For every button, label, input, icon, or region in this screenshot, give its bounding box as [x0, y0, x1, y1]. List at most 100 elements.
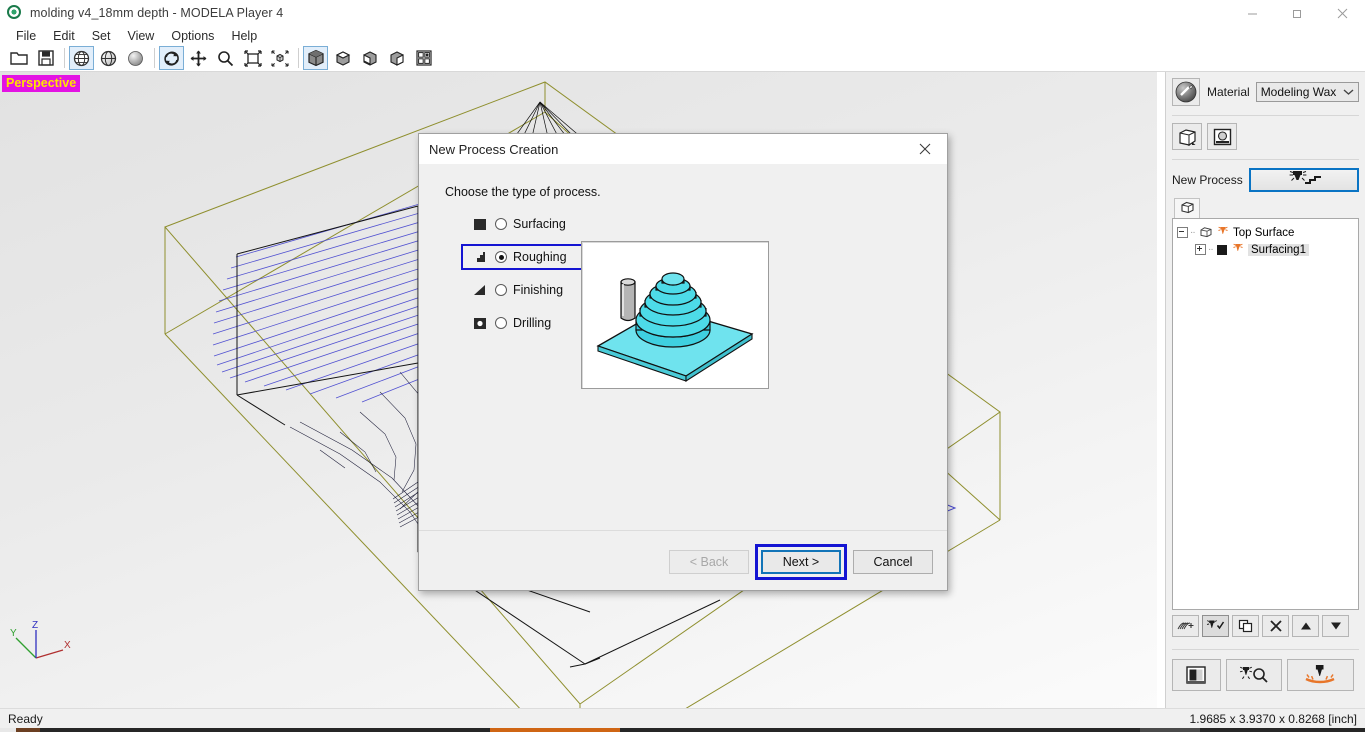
taskbar-segment — [0, 728, 16, 732]
next-button-focus-ring: Next > — [755, 544, 847, 580]
tree-item-label: Top Surface — [1233, 226, 1295, 239]
panel-divider — [1172, 159, 1359, 160]
multi-view-icon[interactable] — [411, 46, 436, 70]
cut-check-icon[interactable] — [1202, 615, 1229, 637]
os-taskbar — [0, 728, 1365, 732]
virtual-model-icon[interactable] — [1172, 659, 1221, 691]
material-select[interactable]: Modeling Wax — [1255, 82, 1359, 102]
dialog-title: New Process Creation — [429, 141, 559, 157]
tree-connector: ·· — [1190, 227, 1196, 238]
radio-drilling[interactable] — [495, 317, 507, 329]
perspective-label: Perspective — [2, 75, 81, 92]
finishing-icon — [473, 283, 487, 297]
axis-z-label: Z — [32, 620, 38, 631]
toolpath-check-icon[interactable] — [1225, 659, 1282, 691]
radio-surfacing[interactable] — [495, 218, 507, 230]
dialog-body: Choose the type of process. Surfacing Ro… — [419, 164, 947, 560]
menu-help[interactable]: Help — [223, 28, 265, 44]
cancel-button[interactable]: Cancel — [853, 550, 933, 574]
model-preview-icon[interactable] — [1207, 123, 1237, 150]
menu-bar: File Edit Set View Options Help — [0, 26, 1365, 45]
status-bar: Ready 1.9685 x 3.9370 x 0.8268 [inch] — [0, 708, 1365, 728]
material-selected-value: Modeling Wax — [1260, 85, 1337, 99]
side-view-icon[interactable] — [384, 46, 409, 70]
panel-tabstrip — [1166, 198, 1365, 218]
menu-edit[interactable]: Edit — [45, 28, 83, 44]
new-process-dialog: New Process Creation Choose the type of … — [418, 133, 948, 591]
application-window: molding v4_18mm depth - MODELA Player 4 … — [0, 0, 1365, 732]
delete-icon[interactable] — [1262, 615, 1289, 637]
main-toolbar — [0, 45, 1365, 72]
black-square-icon — [1217, 244, 1227, 255]
model-tab[interactable] — [1174, 198, 1200, 218]
wireframe-view-icon[interactable] — [69, 46, 94, 70]
rotate-view-icon[interactable] — [159, 46, 184, 70]
top-view-icon[interactable] — [330, 46, 355, 70]
zoom-window-icon[interactable] — [240, 46, 265, 70]
collapse-icon[interactable] — [1177, 227, 1188, 238]
material-label: Material — [1207, 85, 1250, 99]
surfacing-icon — [473, 217, 487, 231]
toolpath-create-icon — [1281, 170, 1327, 191]
zoom-view-icon[interactable] — [213, 46, 238, 70]
material-ball-icon[interactable] — [1172, 78, 1200, 106]
axis-y-label: Y — [10, 628, 17, 639]
toolbar-separator — [154, 48, 155, 68]
radio-finishing[interactable] — [495, 284, 507, 296]
radio-roughing[interactable] — [495, 251, 507, 263]
toolbar-separator — [298, 48, 299, 68]
model-shape-icon[interactable] — [1172, 123, 1202, 150]
modela-logo-icon — [7, 5, 23, 21]
front-view-icon[interactable] — [357, 46, 382, 70]
tree-toolbar — [1166, 610, 1365, 637]
back-button: < Back — [669, 550, 749, 574]
model-dimensions: 1.9685 x 3.9370 x 0.8268 [inch] — [1189, 711, 1357, 726]
open-file-icon[interactable] — [6, 46, 31, 70]
tree-row[interactable]: ·· Surfacing1 — [1177, 241, 1354, 258]
save-file-icon[interactable] — [33, 46, 58, 70]
toolpath-preview-icon[interactable] — [1172, 615, 1199, 637]
close-icon[interactable] — [902, 135, 947, 164]
menu-view[interactable]: View — [119, 28, 162, 44]
panel-divider — [1172, 649, 1359, 650]
cut-start-icon[interactable] — [1286, 659, 1354, 691]
option-label: Surfacing — [513, 217, 566, 231]
roughing-icon — [473, 250, 487, 264]
right-panel: Material Modeling Wax New Process ·· Top… — [1165, 72, 1365, 708]
minimize-icon[interactable] — [1230, 0, 1275, 26]
bottom-button-row — [1166, 655, 1365, 695]
tree-row[interactable]: ·· Top Surface — [1177, 224, 1354, 241]
material-row: Material Modeling Wax — [1166, 72, 1365, 110]
fit-to-screen-icon[interactable] — [267, 46, 292, 70]
model-cube-icon — [1199, 226, 1213, 238]
close-icon[interactable] — [1320, 0, 1365, 26]
menu-set[interactable]: Set — [84, 28, 119, 44]
taskbar-segment — [16, 728, 40, 732]
status-message: Ready — [8, 711, 43, 726]
perspective-view-icon[interactable] — [303, 46, 328, 70]
title-bar: molding v4_18mm depth - MODELA Player 4 — [0, 0, 1365, 26]
shaded-view-icon[interactable] — [123, 46, 148, 70]
cube-tab-icon — [1180, 200, 1195, 217]
option-label: Finishing — [513, 283, 564, 297]
menu-options[interactable]: Options — [163, 28, 222, 44]
pan-view-icon[interactable] — [186, 46, 211, 70]
expand-icon[interactable] — [1195, 244, 1206, 255]
process-tree[interactable]: ·· Top Surface ·· Surfacing1 — [1172, 218, 1359, 610]
axis-indicator: X Y Z — [8, 616, 78, 670]
toolbar-separator — [64, 48, 65, 68]
maximize-icon[interactable] — [1275, 0, 1320, 26]
drilling-icon — [473, 316, 487, 330]
duplicate-icon[interactable] — [1232, 615, 1259, 637]
new-process-row: New Process — [1166, 165, 1365, 198]
window-controls — [1230, 0, 1365, 26]
move-up-icon[interactable] — [1292, 615, 1319, 637]
window-title: molding v4_18mm depth - MODELA Player 4 — [30, 6, 284, 20]
move-down-icon[interactable] — [1322, 615, 1349, 637]
option-surfacing[interactable]: Surfacing — [461, 211, 621, 237]
new-process-button[interactable] — [1248, 168, 1359, 192]
hidden-line-view-icon[interactable] — [96, 46, 121, 70]
next-button[interactable]: Next > — [761, 550, 841, 574]
menu-file[interactable]: File — [8, 28, 44, 44]
option-label: Drilling — [513, 316, 552, 330]
